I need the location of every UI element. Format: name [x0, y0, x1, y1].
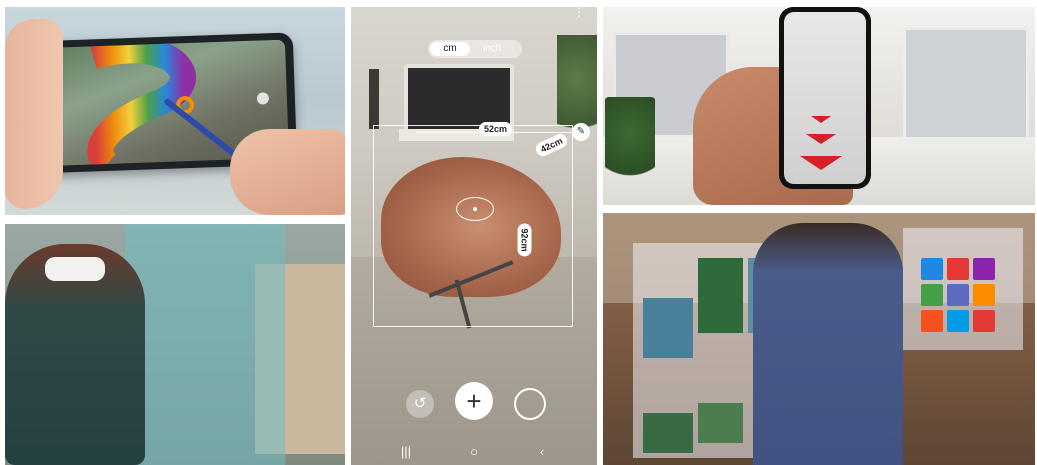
gallery-tile — [698, 258, 743, 333]
app-icon[interactable] — [947, 310, 969, 332]
storefront — [903, 27, 1029, 143]
app-icon[interactable] — [921, 310, 943, 332]
gallery-tile — [698, 403, 743, 443]
more-options-icon[interactable]: ⋮ — [573, 7, 585, 18]
home-nav-icon[interactable]: ○ — [464, 444, 484, 459]
app-icon[interactable] — [973, 310, 995, 332]
potted-plant — [605, 97, 655, 187]
person-silhouette — [753, 223, 903, 465]
gallery-tile — [643, 298, 693, 358]
phone-screen — [784, 12, 866, 184]
app-icon[interactable] — [947, 284, 969, 306]
floor-lamp — [369, 69, 379, 129]
virtual-glass-panel — [125, 224, 285, 465]
app-icon[interactable] — [947, 258, 969, 280]
app-icon[interactable] — [973, 284, 995, 306]
height-label: 92cm — [517, 223, 532, 257]
reset-icon[interactable]: ↺ — [406, 390, 434, 418]
nav-arrow-icon — [800, 156, 842, 170]
ar-navigation-photo — [603, 7, 1035, 205]
capture-button[interactable] — [514, 388, 546, 420]
gallery-tile — [643, 413, 693, 453]
pin-icon[interactable]: ✎ — [572, 123, 590, 141]
app-icon[interactable] — [973, 258, 995, 280]
width-label: 52cm — [479, 122, 513, 136]
app-icon[interactable] — [921, 258, 943, 280]
nav-arrow-icon — [811, 116, 831, 123]
ar-paint-photo — [5, 7, 345, 215]
nav-arrow-icon — [806, 134, 836, 144]
ar-measure-screen: cm inch ⋮ 52cm 42cm 92cm ✎ ↺ + ||| ○ ‹ — [351, 7, 597, 465]
holographic-app-menu — [903, 228, 1023, 350]
vr-headset — [45, 257, 105, 281]
unit-toggle[interactable]: cm inch — [428, 40, 522, 58]
unit-option-cm[interactable]: cm — [430, 42, 470, 56]
vr-headset-photo — [5, 224, 345, 465]
mixed-reality-photo — [603, 213, 1035, 465]
right-hand — [230, 129, 345, 215]
left-hand — [5, 19, 63, 209]
center-marker[interactable] — [456, 197, 494, 221]
unit-option-inch[interactable]: inch — [483, 42, 519, 56]
app-icon[interactable] — [921, 284, 943, 306]
add-point-button[interactable]: + — [455, 382, 493, 420]
recents-nav-icon[interactable]: ||| — [396, 444, 416, 459]
back-nav-icon[interactable]: ‹ — [532, 444, 552, 459]
